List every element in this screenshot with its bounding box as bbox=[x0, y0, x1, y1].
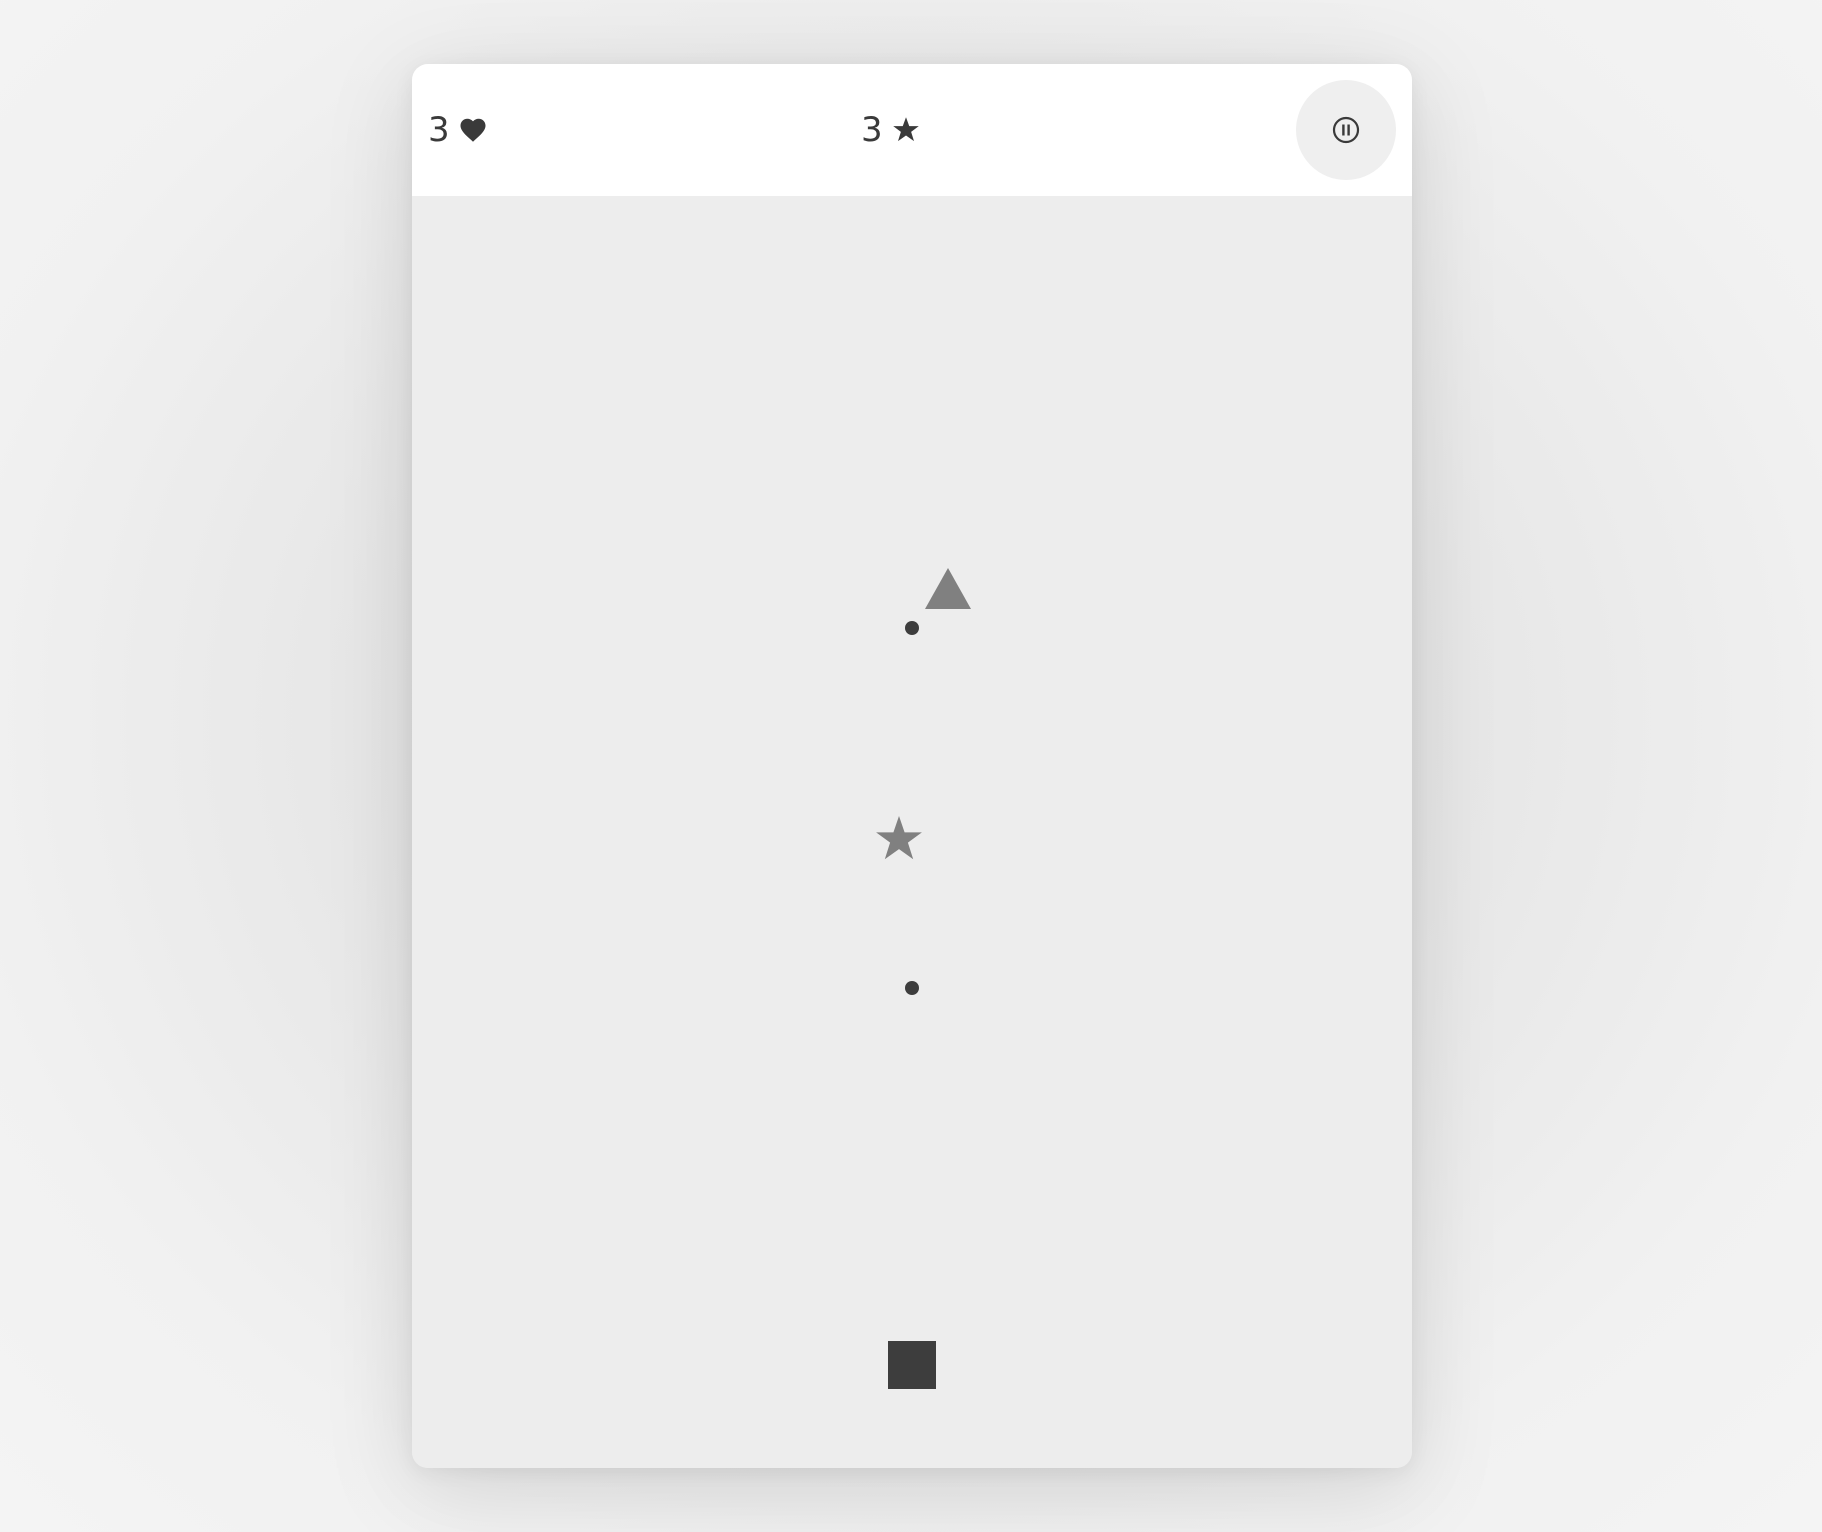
heart-icon bbox=[458, 115, 488, 145]
player-square[interactable] bbox=[888, 1341, 936, 1389]
bullet-dot bbox=[904, 620, 920, 636]
pause-icon bbox=[1332, 116, 1360, 144]
pause-button[interactable] bbox=[1296, 80, 1396, 180]
hud-bar: 3 3 bbox=[412, 64, 1412, 196]
score-counter: 3 bbox=[861, 64, 921, 196]
lives-counter: 3 bbox=[428, 64, 488, 196]
score-count: 3 bbox=[861, 110, 883, 150]
lives-count: 3 bbox=[428, 110, 450, 150]
falling-triangle bbox=[924, 568, 972, 610]
game-window: 3 3 bbox=[412, 64, 1412, 1468]
bullet-dot bbox=[904, 980, 920, 996]
falling-star bbox=[874, 814, 924, 864]
playfield[interactable] bbox=[412, 196, 1412, 1468]
star-icon bbox=[891, 115, 921, 145]
